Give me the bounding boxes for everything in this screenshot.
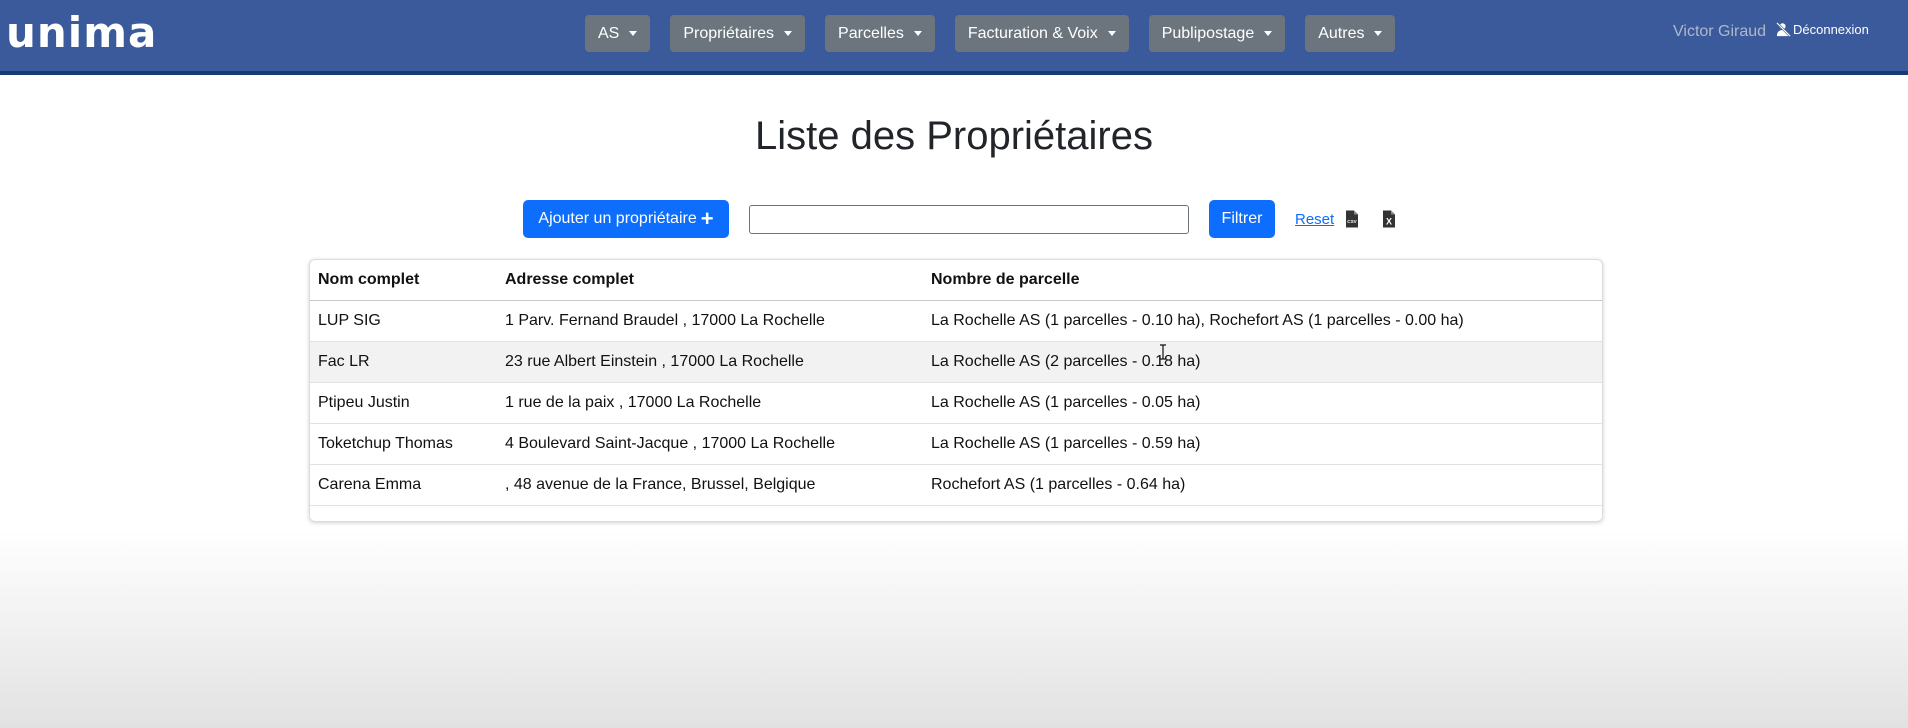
owners-table: Nom complet Adresse complet Nombre de pa… xyxy=(309,259,1603,522)
nav-dropdown-autres[interactable]: Autres xyxy=(1305,15,1396,52)
nav-dropdown-facturation-voix[interactable]: Facturation & Voix xyxy=(954,15,1129,52)
nav-dropdown-label: Autres xyxy=(1318,24,1365,42)
page-title: Liste des Propriétaires xyxy=(755,114,1153,158)
cell-adresse: , 48 avenue de la France, Brussel, Belgi… xyxy=(505,476,816,493)
table-row[interactable]: LUP SIG 1 Parv. Fernand Braudel , 17000 … xyxy=(310,301,1602,342)
table-header-row: Nom complet Adresse complet Nombre de pa… xyxy=(310,260,1602,301)
column-header-nom[interactable]: Nom complet xyxy=(318,271,419,289)
unima-logo[interactable]: unima xyxy=(6,8,157,58)
caret-down-icon xyxy=(1264,31,1273,36)
add-owner-button[interactable]: Ajouter un propriétaire + xyxy=(523,200,729,238)
nav-dropdown-parcelles[interactable]: Parcelles xyxy=(825,15,935,52)
cell-parcelles: La Rochelle AS (1 parcelles - 0.59 ha) xyxy=(931,435,1201,452)
excel-icon-text: X xyxy=(1386,217,1392,227)
logout-link[interactable]: Déconnexion xyxy=(1776,22,1869,37)
caret-down-icon xyxy=(1107,31,1116,36)
cell-adresse: 23 rue Albert Einstein , 17000 La Rochel… xyxy=(505,353,804,370)
reset-link[interactable]: Reset xyxy=(1295,211,1334,228)
filter-button[interactable]: Filtrer xyxy=(1209,200,1275,238)
nav-dropdown-label: AS xyxy=(598,24,620,42)
export-csv-icon[interactable]: CSV xyxy=(1345,210,1359,228)
main-nav-menu: AS Propriétaires Parcelles Facturation &… xyxy=(585,15,1415,52)
cell-adresse: 1 rue de la paix , 17000 La Rochelle xyxy=(505,394,762,411)
cell-nom: Fac LR xyxy=(318,353,370,370)
table-row[interactable]: Carena Emma , 48 avenue de la France, Br… xyxy=(310,465,1602,506)
column-header-parcelles[interactable]: Nombre de parcelle xyxy=(931,271,1080,289)
add-owner-label: Ajouter un propriétaire xyxy=(538,210,697,227)
cell-adresse: 1 Parv. Fernand Braudel , 17000 La Roche… xyxy=(505,312,825,329)
table-row[interactable]: Fac LR 23 rue Albert Einstein , 17000 La… xyxy=(310,342,1602,383)
current-user-name: Victor Giraud xyxy=(1673,23,1767,40)
table-row[interactable]: Toketchup Thomas 4 Boulevard Saint-Jacqu… xyxy=(310,424,1602,465)
nav-dropdown-label: Facturation & Voix xyxy=(967,24,1098,42)
caret-down-icon xyxy=(913,31,922,36)
cell-nom: Toketchup Thomas xyxy=(318,435,453,452)
cell-adresse: 4 Boulevard Saint-Jacque , 17000 La Roch… xyxy=(505,435,835,452)
csv-icon-text: CSV xyxy=(1347,219,1357,224)
nav-dropdown-publipostage[interactable]: Publipostage xyxy=(1148,15,1286,52)
top-navbar: unima AS Propriétaires Parcelles Factura… xyxy=(0,0,1908,75)
cell-nom: LUP SIG xyxy=(318,312,381,329)
nav-dropdown-as[interactable]: AS xyxy=(585,15,651,52)
export-excel-icon[interactable]: X xyxy=(1382,210,1396,228)
cell-parcelles: La Rochelle AS (1 parcelles - 0.05 ha) xyxy=(931,394,1201,411)
logout-label: Déconnexion xyxy=(1793,22,1869,37)
nav-dropdown-label: Propriétaires xyxy=(683,24,775,42)
nav-dropdown-label: Parcelles xyxy=(838,24,904,42)
table-row[interactable]: Ptipeu Justin 1 rue de la paix , 17000 L… xyxy=(310,383,1602,424)
caret-down-icon xyxy=(784,31,793,36)
caret-down-icon xyxy=(1374,31,1383,36)
user-logout-icon xyxy=(1776,22,1791,37)
column-header-adresse[interactable]: Adresse complet xyxy=(505,271,634,289)
nav-dropdown-proprietaires[interactable]: Propriétaires xyxy=(670,15,806,52)
cell-parcelles: Rochefort AS (1 parcelles - 0.64 ha) xyxy=(931,476,1186,493)
caret-down-icon xyxy=(629,31,638,36)
cell-parcelles: La Rochelle AS (1 parcelles - 0.10 ha), … xyxy=(931,312,1464,329)
plus-icon: + xyxy=(700,206,714,231)
cell-nom: Carena Emma xyxy=(318,476,422,493)
nav-dropdown-label: Publipostage xyxy=(1161,24,1255,42)
search-input[interactable] xyxy=(749,205,1189,234)
cell-nom: Ptipeu Justin xyxy=(318,394,410,411)
text-cursor-icon xyxy=(1160,344,1166,360)
